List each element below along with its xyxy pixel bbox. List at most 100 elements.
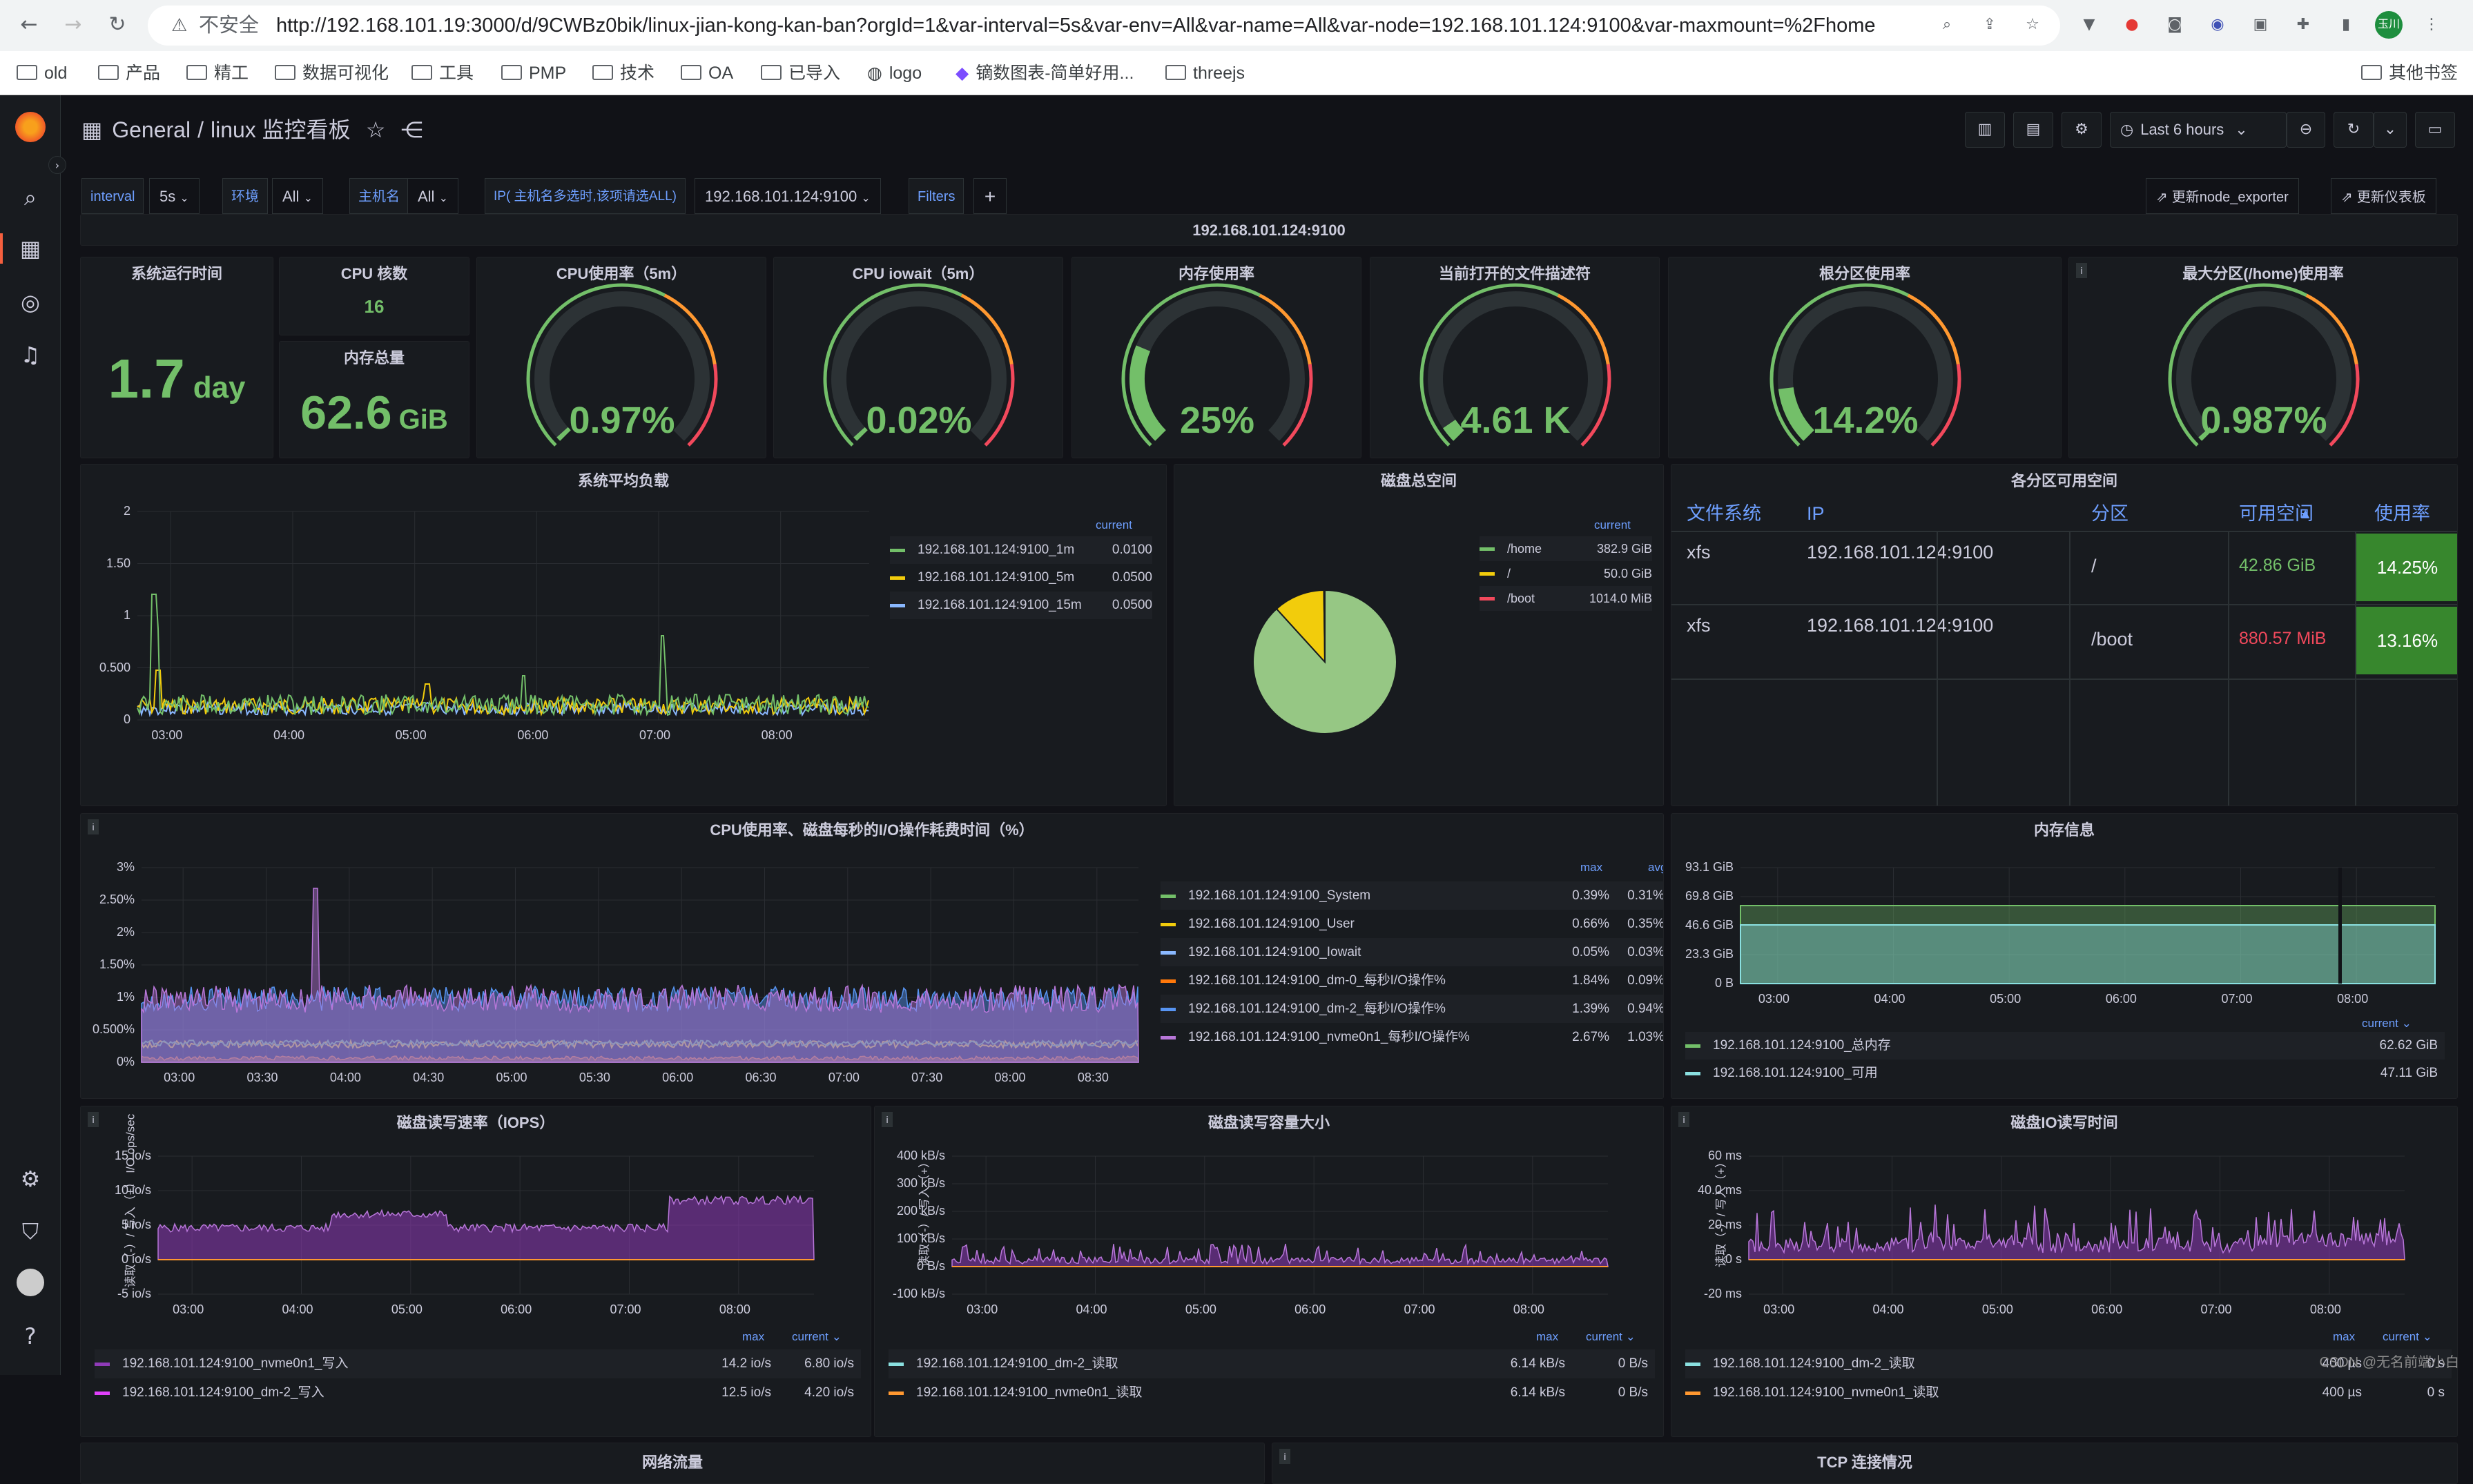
url-text[interactable]: http://192.168.101.19:3000/d/9CWBz0bik/l… [276, 6, 1876, 46]
panel-tcp-connections[interactable]: i TCP 连接情况 [1272, 1443, 2458, 1484]
breadcrumb-folder[interactable]: General [112, 117, 191, 142]
row-header[interactable]: 192.168.101.124:9100 [80, 214, 2458, 246]
panel-disk-throughput[interactable]: i 磁盘读写容量大小 max current ⌄ 192.168.101.124:9… [874, 1106, 1664, 1437]
legend-item[interactable]: 192.168.101.124:9100_nvme0n1_每秒I/O操作% 2.6… [1161, 1023, 1663, 1051]
panel-gauge[interactable]: 根分区使用率 14.2% [1668, 257, 2062, 458]
address-bar[interactable]: ⚠ 不安全 http://192.168.101.19:3000/d/9CWBz… [148, 6, 2060, 46]
legend-item[interactable]: 192.168.101.124:9100_nvme0n1_读取 400 µs 0 s [1685, 1378, 2452, 1407]
legend-header[interactable]: current ⌄ [792, 1330, 842, 1344]
grafana-logo-icon[interactable] [15, 112, 46, 142]
panel-disk-iops[interactable]: i 磁盘读写速率（IOPS） max current ⌄ 192.168.101.1… [80, 1106, 871, 1437]
forward-icon[interactable]: → [58, 10, 88, 40]
link-update-node-exporter[interactable]: ⇗ 更新node_exporter [2146, 178, 2299, 214]
legend-header-current[interactable]: current ⌄ [2362, 1017, 2412, 1031]
bookmark-folder[interactable]: 产品 [98, 51, 160, 95]
share-icon[interactable]: ⋲ [400, 117, 423, 143]
extension-camera-icon[interactable]: ◙ [2161, 11, 2189, 39]
var-select-env[interactable]: All ⌄ [272, 178, 323, 214]
extensions-puzzle-icon[interactable]: ✚ [2289, 11, 2317, 39]
legend-item[interactable]: 192.168.101.124:9100_dm-0_每秒I/O操作% 1.84% 0… [1161, 966, 1663, 995]
legend-item[interactable]: / 50.0 GiB [1480, 561, 1652, 586]
other-bookmarks[interactable]: 其他书签 [2361, 51, 2458, 95]
panel-cpu-io[interactable]: i CPU使用率、磁盘每秒的I/O操作耗费时间（%） maxavgcurrent… [80, 813, 1664, 1099]
back-icon[interactable]: ← [14, 10, 44, 40]
panel-memory-total[interactable]: 内存总量 62.6 GiB [279, 341, 469, 458]
zoom-icon[interactable]: ⌕ [1933, 11, 1961, 39]
bookmark-folder[interactable]: 技术 [592, 51, 654, 95]
panel-partition-free[interactable]: 各分区可用空间 文件系统 IP 分区 可用空间 使用率 ▲ xfs 192.168.101.1… [1671, 464, 2458, 806]
alerting-bell-icon[interactable]: ♫ [15, 340, 46, 370]
panel-memory-info[interactable]: 内存信息 current ⌄ 192.168.101.124:9100_总内存 6… [1671, 813, 2458, 1099]
sidepanel-icon[interactable]: ▮ [2332, 11, 2360, 39]
table-header[interactable]: 使用率 [2374, 498, 2430, 529]
bookmark-folder[interactable]: 精工 [186, 51, 249, 95]
legend-item[interactable]: /boot 1014.0 MiB [1480, 586, 1652, 611]
refresh-interval-chevron-icon[interactable]: ⌄ [2374, 112, 2407, 148]
explore-compass-icon[interactable]: ◎ [15, 287, 46, 318]
legend-item[interactable]: 192.168.101.124:9100_nvme0n1_读取 6.14 kB/s… [889, 1378, 1655, 1407]
link-update-dashboard[interactable]: ⇗ 更新仪表板 [2331, 178, 2436, 214]
legend-item[interactable]: 192.168.101.124:9100_User 0.66% 0.35%0.38% [1161, 910, 1663, 938]
panel-disk-total[interactable]: 磁盘总空间 current /home 382.9 GiB/50.0 GiB/bo… [1174, 464, 1664, 806]
browser-menu-icon[interactable]: ⋮ [2418, 11, 2445, 39]
var-select-ip[interactable]: 192.168.101.124:9100 ⌄ [695, 178, 881, 214]
zoom-out-icon[interactable]: ⊖ [2287, 112, 2325, 148]
legend-item[interactable]: 192.168.101.124:9100_dm-2_写入 12.5 io/s 4.2… [95, 1378, 861, 1407]
extension-window-icon[interactable]: ▣ [2247, 11, 2274, 39]
sort-asc-icon[interactable]: ▲ [2301, 498, 2309, 529]
extension-opera-icon[interactable]: ● [2118, 11, 2146, 39]
table-header[interactable]: 文件系统 [1687, 498, 1761, 529]
help-icon[interactable]: ? [15, 1321, 46, 1351]
bookmark-folder[interactable]: 已导入 [761, 51, 840, 95]
var-select-hostname[interactable]: All ⌄ [407, 178, 458, 214]
table-header[interactable]: 分区 [2091, 498, 2128, 529]
panel-gauge[interactable]: 当前打开的文件描述符 4.61 K [1370, 257, 1660, 458]
extension-vue-icon[interactable]: ▼ [2075, 11, 2103, 39]
star-icon[interactable]: ☆ [366, 117, 386, 143]
search-icon[interactable]: ⌕ [15, 182, 46, 213]
legend-header[interactable]: current ⌄ [2383, 1330, 2432, 1344]
table-header[interactable]: IP [1807, 498, 1825, 529]
bookmark-link[interactable]: ◍ logo [867, 51, 922, 95]
share-icon[interactable]: ⇪ [1976, 11, 2004, 39]
bookmark-folder[interactable]: 工具 [411, 51, 474, 95]
legend-item[interactable]: 192.168.101.124:9100_System 0.39% 0.31%0.3… [1161, 881, 1663, 910]
legend-item[interactable]: 192.168.101.124:9100_5m 0.0500 [890, 564, 1152, 592]
panel-gauge[interactable]: CPU使用率（5m） 0.97% [476, 257, 766, 458]
panel-gauge[interactable]: CPU iowait（5m） 0.02% [773, 257, 1063, 458]
panel-network-traffic[interactable]: 网络流量 [80, 1443, 1265, 1484]
panel-system-load[interactable]: 系统平均负载 current 192.168.101.124:9100_1m 0.… [80, 464, 1167, 806]
panel-disk-iotime[interactable]: i 磁盘IO读写时间 max current ⌄ 192.168.101.124:9… [1671, 1106, 2458, 1437]
settings-gear-icon[interactable]: ⚙ [2062, 112, 2102, 148]
legend-item[interactable]: 192.168.101.124:9100_Iowait 0.05% 0.03%0.0… [1161, 938, 1663, 966]
server-admin-shield-icon[interactable]: ⛉ [15, 1216, 46, 1247]
bookmark-folder[interactable]: 数据可视化 [275, 51, 389, 95]
var-select-interval[interactable]: 5s ⌄ [149, 178, 200, 214]
dashboard-title[interactable]: linux 监控看板 [211, 117, 351, 142]
bookmark-folder[interactable]: OA [681, 51, 733, 95]
user-avatar[interactable] [17, 1269, 44, 1296]
bookmark-folder[interactable]: PMP [501, 51, 566, 95]
refresh-icon[interactable]: ↻ [2334, 112, 2374, 148]
legend-item[interactable]: /home 382.9 GiB [1480, 536, 1652, 561]
legend-item[interactable]: 192.168.101.124:9100_dm-2_每秒I/O操作% 1.39% 0… [1161, 995, 1663, 1023]
legend-header[interactable]: current ⌄ [1586, 1330, 1636, 1344]
bookmark-folder[interactable]: old [17, 51, 67, 95]
configuration-gear-icon[interactable]: ⚙ [15, 1164, 46, 1194]
profile-avatar[interactable]: 玉川 [2375, 11, 2403, 39]
add-filter-plus-icon[interactable]: + [973, 178, 1007, 214]
bookmark-link[interactable]: ◆ 镝数图表-简单好用... [956, 51, 1134, 95]
panel-cpu-cores[interactable]: CPU 核数 16 [279, 257, 469, 335]
panel-uptime[interactable]: 系统运行时间 1.7 day [80, 257, 273, 458]
legend-item[interactable]: 192.168.101.124:9100_1m 0.0100 [890, 536, 1152, 564]
tv-mode-icon[interactable]: ▭ [2415, 112, 2455, 148]
add-panel-icon[interactable]: ▥ [1965, 112, 2005, 148]
legend-item[interactable]: 192.168.101.124:9100_dm-2_读取 6.14 kB/s 0 B… [889, 1349, 1655, 1378]
dashboards-icon[interactable]: ▦ [15, 233, 46, 264]
panel-gauge[interactable]: 内存使用率 25% [1071, 257, 1361, 458]
bookmark-folder[interactable]: threejs [1165, 51, 1245, 95]
legend-item[interactable]: 192.168.101.124:9100_总内存 62.62 GiB [1685, 1032, 2445, 1060]
bookmark-star-icon[interactable]: ☆ [2019, 11, 2046, 39]
time-picker[interactable]: ◷ Last 6 hours ⌄ [2110, 112, 2287, 148]
save-icon[interactable]: ▤ [2013, 112, 2053, 148]
